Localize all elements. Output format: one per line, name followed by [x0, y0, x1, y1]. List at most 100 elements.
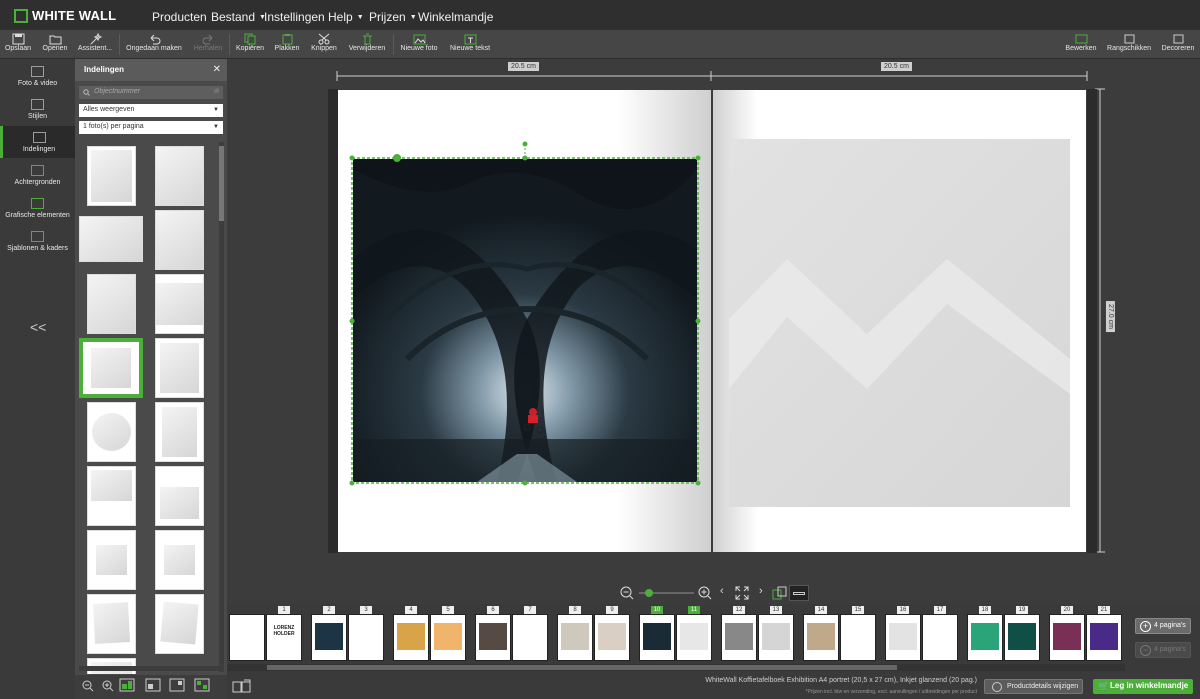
photos-per-page-select[interactable]: 1 foto(s) per pagina ▼ [79, 121, 223, 134]
close-icon[interactable]: ✕ [213, 64, 221, 75]
nav-sjablonen-kaders[interactable]: Sjablonen & kaders [0, 225, 75, 257]
layout-thumbnail[interactable] [155, 146, 204, 206]
page-thumbnail[interactable] [393, 614, 429, 661]
grid-view-icon[interactable] [119, 678, 135, 692]
nav-indelingen[interactable]: Indelingen [0, 126, 75, 158]
layout-thumbnail[interactable] [87, 530, 136, 590]
page-thumbnail[interactable] [840, 614, 876, 661]
edit-button[interactable]: Bewerken [1064, 31, 1098, 58]
nav-grafische-elementen[interactable]: Grafische elementen [0, 192, 75, 224]
undo-button[interactable]: Ongedaan maken [125, 31, 183, 58]
delete-button[interactable]: Verwijderen [346, 31, 388, 58]
nav-photo-video[interactable]: Foto & video [0, 60, 75, 92]
page-thumbnail[interactable] [430, 614, 466, 661]
page-thumbnail[interactable] [594, 614, 630, 661]
object-number-search[interactable]: Objectnummer ⊗ [79, 86, 223, 99]
page-thumbnail[interactable] [967, 614, 1003, 661]
collapse-sidebar-button[interactable]: << [30, 319, 46, 335]
strip-scrollbar-thumb[interactable] [267, 665, 897, 670]
redo-button[interactable]: Herhalen [190, 31, 226, 58]
strip-scrollbar[interactable] [227, 664, 1125, 671]
zoom-out-icon[interactable] [82, 680, 94, 692]
spread-view-toggle[interactable] [789, 585, 809, 601]
menu-bestand[interactable]: Bestand ▼ [211, 10, 266, 24]
menu-instellingen[interactable]: Instellingen [264, 10, 325, 24]
page-thumbnail[interactable] [639, 614, 675, 661]
page-number: 14 [815, 606, 827, 614]
layout-thumbnail[interactable] [155, 338, 204, 398]
zoom-slider-knob[interactable] [645, 589, 653, 597]
new-text-button[interactable]: Nieuwe tekst [449, 31, 491, 58]
layout-thumbnail[interactable] [155, 594, 204, 654]
add-pages-button[interactable]: + 4 pagina's [1135, 618, 1191, 634]
product-details-button[interactable]: Productdetails wijzigen [984, 679, 1083, 694]
remove-pages-button[interactable]: − 4 pagina's [1135, 642, 1191, 658]
page-thumbnail[interactable] [721, 614, 757, 661]
panel-bottom-bar [75, 675, 227, 699]
canvas-zoom-out-icon[interactable] [620, 586, 634, 600]
page-thumbnail[interactable]: LORENZ HOLDER [266, 614, 302, 661]
open-button[interactable]: Openen [40, 31, 70, 58]
panel-scrollbar[interactable] [219, 142, 224, 672]
single-view-icon[interactable] [145, 678, 161, 692]
decorate-button[interactable]: Decoreren [1160, 31, 1196, 58]
nav-stijlen[interactable]: Stijlen [0, 93, 75, 125]
view-mode-icon[interactable] [772, 586, 787, 600]
copy-button[interactable]: Kopiëren [234, 31, 266, 58]
page-thumbnail[interactable] [885, 614, 921, 661]
page-thumbnail[interactable] [1004, 614, 1040, 661]
zoom-in-icon[interactable] [102, 680, 114, 692]
layout-thumbnail[interactable] [155, 530, 204, 590]
page-thumbnail[interactable] [348, 614, 384, 661]
layout-thumbnail[interactable] [87, 402, 136, 462]
page-thumbnail[interactable] [557, 614, 593, 661]
assistant-button[interactable]: Assistent... [77, 31, 113, 58]
layout-thumbnail[interactable] [87, 274, 136, 334]
whitewall-logo[interactable]: WHITE WALL [14, 8, 116, 23]
arrange-button[interactable]: Rangschikken [1106, 31, 1152, 58]
next-page-icon[interactable]: › [759, 585, 763, 597]
book-preview-icon[interactable] [232, 679, 252, 693]
paste-button[interactable]: Plakken [272, 31, 302, 58]
zoom-slider[interactable] [639, 589, 694, 597]
menu-prijzen[interactable]: Prijzen ▼ [369, 10, 417, 24]
scrollbar-thumb[interactable] [219, 146, 224, 221]
menu-winkelmandje[interactable]: Winkelmandje [418, 10, 493, 24]
page-thumbnail[interactable] [1086, 614, 1122, 661]
filter-select[interactable]: Alles weergeven ▼ [79, 104, 223, 117]
layout-thumbnail[interactable] [155, 466, 204, 526]
page-thumbnail[interactable] [676, 614, 712, 661]
page-thumbnail[interactable] [311, 614, 347, 661]
fit-screen-icon[interactable] [735, 586, 749, 600]
prev-page-icon[interactable]: ‹ [720, 585, 724, 597]
layout-thumbnail[interactable] [87, 594, 136, 654]
add-to-cart-button[interactable]: 🛒 Leg in winkelmandje [1093, 679, 1193, 694]
layout-thumbnail-selected[interactable] [79, 338, 143, 398]
menu-producten[interactable]: Producten [152, 10, 207, 24]
page-thumbnail[interactable] [922, 614, 958, 661]
menu-help[interactable]: Help ▼ [328, 10, 364, 24]
cover-title: LORENZ HOLDER [273, 625, 295, 637]
cut-button[interactable]: Knippen [309, 31, 339, 58]
page-thumbnail-image [807, 623, 835, 650]
layout-thumbnail[interactable] [87, 146, 136, 206]
page-thumbnail[interactable] [512, 614, 548, 661]
multi-view-icon[interactable] [194, 678, 210, 692]
layout-thumbnail[interactable] [155, 402, 204, 462]
clear-icon[interactable]: ⊗ [213, 87, 219, 95]
save-button[interactable]: Opslaan [3, 31, 33, 58]
layout-thumbnail[interactable] [155, 274, 204, 334]
nav-achtergronden[interactable]: Achtergronden [0, 159, 75, 191]
page-thumbnail[interactable] [229, 614, 265, 661]
page-thumbnail[interactable] [475, 614, 511, 661]
layout-thumbnail[interactable] [87, 466, 136, 526]
canvas-zoom-in-icon[interactable] [698, 586, 712, 600]
new-photo-button[interactable]: Nieuwe foto [398, 31, 440, 58]
layout-thumbnail[interactable] [155, 210, 204, 270]
page-thumbnail[interactable] [803, 614, 839, 661]
page-thumbnail[interactable] [758, 614, 794, 661]
panel-hscrollbar[interactable] [79, 666, 219, 671]
page-thumbnail[interactable] [1049, 614, 1085, 661]
layout-thumbnail[interactable] [79, 216, 143, 262]
double-view-icon[interactable] [169, 678, 185, 692]
